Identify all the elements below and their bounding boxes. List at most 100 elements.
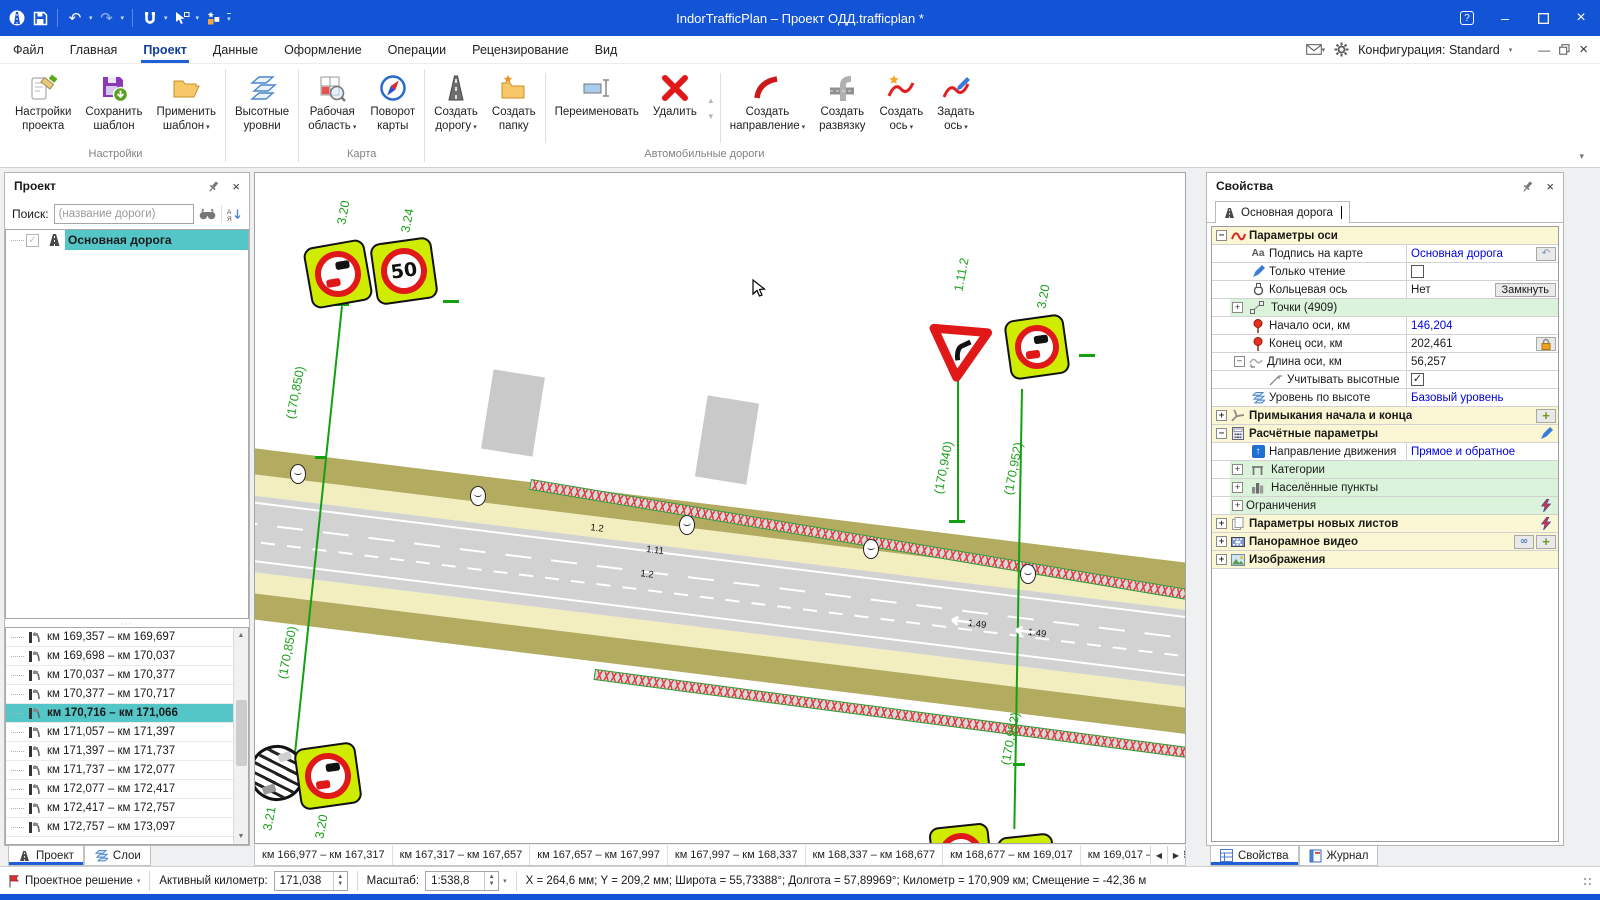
property-row-Конец оси, км[interactable]: Конец оси, км202,461 [1212, 335, 1558, 353]
save-button[interactable] [30, 5, 50, 31]
tab-Свойства[interactable]: Свойства [1210, 846, 1299, 866]
property-value[interactable]: 202,461 [1406, 335, 1557, 352]
add-icon[interactable]: + [1536, 409, 1556, 424]
scroll-down-icon[interactable]: ▼ [234, 829, 249, 844]
lightning-icon[interactable] [1536, 517, 1556, 532]
sign-3-20[interactable] [928, 822, 994, 844]
doc-tab-road[interactable]: Основная дорога [1215, 201, 1350, 223]
property-row-Параметры оси[interactable]: −Параметры оси [1212, 227, 1558, 245]
list-item[interactable]: км 170,716 – км 171,066 [6, 704, 248, 723]
ribbon-button-Поворот[interactable]: Повороткарты [363, 68, 422, 148]
property-value[interactable]: ✓ [1406, 371, 1557, 388]
property-row-Категории[interactable]: +Категории [1212, 461, 1558, 479]
list-item[interactable]: км 170,377 – км 170,717 [6, 685, 248, 704]
panel-splitter[interactable]: ∙∙∙ [5, 619, 249, 627]
modules-button[interactable] [203, 5, 223, 31]
configuration-label[interactable]: Конфигурация: Standard [1358, 43, 1500, 57]
property-row-Изображения[interactable]: +Изображения [1212, 551, 1558, 569]
menu-tab-Вид[interactable]: Вид [582, 36, 631, 63]
close-button[interactable]: × [1562, 0, 1600, 36]
map-canvas[interactable]: 50(170,850)(170,940)(170,952)(170,850)(1… [254, 172, 1186, 844]
solution-mode-dropdown[interactable]: ▾ [137, 877, 141, 885]
tab-Журнал[interactable]: Журнал [1299, 846, 1379, 866]
list-item[interactable]: км 169,357 – км 169,697 [6, 628, 248, 647]
select-tool-dropdown[interactable]: ▾ [196, 14, 200, 22]
list-item[interactable]: км 169,698 – км 170,037 [6, 647, 248, 666]
reorder-arrows[interactable]: ▲▼ [704, 68, 718, 148]
expander-icon[interactable]: + [1216, 518, 1227, 529]
property-row-Точки (4909)[interactable]: +Точки (4909) [1212, 299, 1558, 317]
tab-Проект[interactable]: Проект [8, 846, 84, 866]
resize-grip[interactable] [1584, 878, 1592, 886]
property-value[interactable]: 146,204 [1406, 317, 1557, 334]
quick-access-overflow[interactable]: ▾ [227, 13, 231, 23]
ribbon-button-Создать[interactable]: Создатьпапку [485, 68, 543, 148]
property-row-Подпись на карте[interactable]: AaПодпись на картеОсновная дорога↶ [1212, 245, 1558, 263]
help-button[interactable]: ? [1448, 0, 1486, 36]
search-input[interactable] [54, 204, 194, 224]
ribbon-button-Задать[interactable]: Задатьось▾ [930, 68, 981, 148]
up-icon[interactable]: ▲ [707, 96, 715, 105]
km-strip-tab[interactable]: км 167,317 – км 167,657 [393, 845, 531, 865]
list-item[interactable]: км 170,037 – км 170,377 [6, 666, 248, 685]
km-strip-tab[interactable]: км 168,677 – км 169,017 [943, 845, 1081, 865]
km-strip-tab[interactable]: км 167,657 – км 167,997 [530, 845, 668, 865]
property-row-Только чтение[interactable]: Только чтение [1212, 263, 1558, 281]
expander-icon[interactable]: + [1232, 482, 1243, 493]
scroll-thumb[interactable] [236, 700, 247, 766]
scrollbar[interactable]: ▲ ▼ [233, 628, 248, 844]
solution-mode[interactable]: Проектное решение [25, 875, 133, 887]
property-row-Параметры новых листов[interactable]: +Параметры новых листов [1212, 515, 1558, 533]
pin-icon[interactable] [207, 180, 220, 193]
property-row-Начало оси, км[interactable]: Начало оси, км146,204 [1212, 317, 1558, 335]
menu-tab-Оформление[interactable]: Оформление [271, 36, 375, 63]
configuration-dropdown[interactable]: ▾ [1509, 46, 1513, 54]
property-row-Панорамное видео[interactable]: +Панорамное видео∞+ [1212, 533, 1558, 551]
down-icon[interactable]: ▼ [707, 112, 715, 121]
ribbon-button-Удалить[interactable]: Удалить [646, 68, 704, 148]
undo-dropdown[interactable]: ▾ [89, 14, 93, 22]
property-row-Расчётные параметры[interactable]: −Расчётные параметры [1212, 425, 1558, 443]
property-row-Населённые пункты[interactable]: +Населённые пункты [1212, 479, 1558, 497]
undo-button[interactable]: ↶ [65, 5, 85, 31]
property-value[interactable]: Прямое и обратное [1406, 443, 1557, 460]
active-km-value[interactable]: 171,038 [275, 875, 333, 887]
ribbon-button-Рабочая[interactable]: Рабочаяобласть▾ [301, 68, 363, 148]
expander-icon[interactable]: + [1232, 302, 1243, 313]
property-row-Учитывать высотные[interactable]: Учитывать высотные✓ [1212, 371, 1558, 389]
list-item[interactable]: км 171,057 – км 171,397 [6, 723, 248, 742]
sort-icon[interactable]: АЯ [227, 208, 242, 221]
menu-tab-Файл[interactable]: Файл [0, 36, 57, 63]
tab-Слои[interactable]: Слои [84, 846, 151, 866]
lock-icon[interactable] [1536, 337, 1556, 352]
select-tool-button[interactable] [172, 5, 192, 31]
list-item[interactable]: км 171,397 – км 171,737 [6, 742, 248, 761]
doc-minimize-button[interactable]: — [1538, 43, 1550, 57]
expander-icon[interactable]: − [1216, 230, 1227, 241]
list-item[interactable]: км 172,077 – км 172,417 [6, 780, 248, 799]
pin-icon[interactable] [1521, 180, 1534, 193]
snap-dropdown[interactable]: ▾ [164, 14, 168, 22]
scale-input[interactable]: 1:538,8 ▲▼ [425, 871, 499, 891]
scale-value[interactable]: 1:538,8 [426, 875, 484, 887]
km-strip-tab[interactable]: км 167,997 – км 168,337 [668, 845, 806, 865]
expander-icon[interactable]: + [1216, 410, 1227, 421]
ribbon-button-Создать[interactable]: Создатьось▾ [872, 68, 930, 148]
property-row-Уровень по высоте[interactable]: Уровень по высотеБазовый уровень [1212, 389, 1558, 407]
ribbon-collapse-button[interactable]: ▾ [1579, 151, 1584, 162]
menu-tab-Операции[interactable]: Операции [375, 36, 459, 63]
close-axis-button[interactable]: Замкнуть [1495, 283, 1556, 298]
maximize-button[interactable] [1524, 0, 1562, 36]
scale-dropdown[interactable]: ▾ [503, 877, 507, 885]
undo-icon[interactable]: ↶ [1536, 247, 1556, 262]
strip-scroll-left[interactable]: ◀ [1150, 846, 1167, 864]
add-icon[interactable]: + [1536, 535, 1556, 550]
property-row-Примыкания начала и конца[interactable]: +Примыкания начала и конца+ [1212, 407, 1558, 425]
ribbon-button-Сохранить[interactable]: Сохранитьшаблон [78, 68, 149, 148]
snap-button[interactable] [140, 5, 160, 31]
close-icon[interactable]: × [1546, 179, 1554, 194]
list-item[interactable]: км 172,417 – км 172,757 [6, 799, 248, 818]
property-row-Направление движения[interactable]: ↑Направление движенияПрямое и обратное [1212, 443, 1558, 461]
km-strip-tab[interactable]: км 166,977 – км 167,317 [255, 845, 393, 865]
doc-restore-button[interactable] [1559, 44, 1570, 55]
